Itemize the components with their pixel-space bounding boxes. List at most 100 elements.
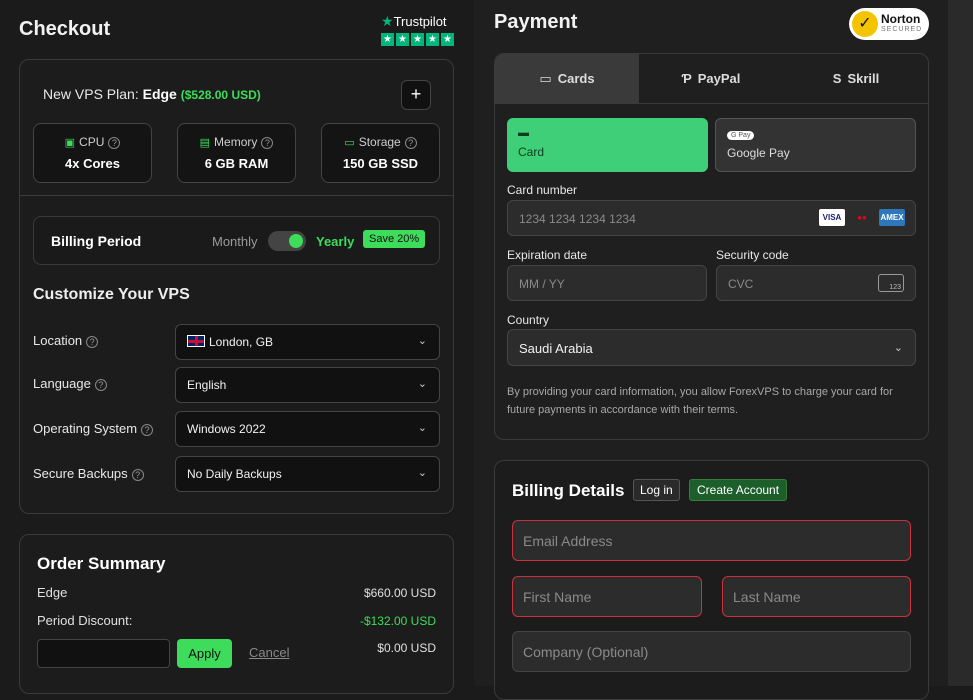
discount-label: Period Discount:	[37, 613, 133, 628]
expiration-label: Expiration date	[507, 248, 588, 262]
chevron-down-icon: ⌄	[893, 342, 903, 354]
paypal-icon: Ƥ	[681, 71, 692, 86]
star-icon: ★	[381, 33, 394, 46]
backups-select[interactable]: No Daily Backups ⌄	[175, 456, 440, 492]
cvc-card-icon: 123	[878, 274, 904, 292]
help-icon[interactable]: ?	[94, 379, 107, 391]
plan-name: Edge	[142, 86, 177, 102]
security-code-label: Security code	[716, 248, 789, 262]
card-number-label: Card number	[507, 183, 578, 197]
trustpilot-label: Trustpilot	[393, 14, 447, 29]
billing-period-title: Billing Period	[51, 233, 142, 249]
coupon-value: $0.00 USD	[377, 641, 436, 655]
tab-skrill[interactable]: S Skrill	[784, 54, 928, 104]
monthly-label[interactable]: Monthly	[212, 234, 258, 249]
plan-summary: New VPS Plan: Edge ($528.00 USD)	[43, 86, 261, 102]
chevron-down-icon: ⌄	[417, 422, 427, 434]
help-icon[interactable]: ?	[86, 336, 99, 348]
customize-title: Customize Your VPS	[33, 286, 190, 303]
save-badge: Save 20%	[363, 230, 426, 248]
order-line-value: $660.00 USD	[363, 586, 436, 600]
uk-flag-icon	[187, 335, 205, 347]
skrill-icon: S	[832, 71, 842, 86]
company-input[interactable]: Company (Optional)	[512, 631, 911, 672]
location-label: Location?	[33, 333, 99, 348]
storage-icon: ▭	[344, 137, 355, 149]
expiration-input[interactable]: MM / YY	[507, 265, 707, 301]
star-icon: ★	[396, 33, 409, 46]
method-google-pay[interactable]: G Pay Google Pay	[715, 118, 916, 172]
tab-cards[interactable]: ▭ Cards	[495, 54, 639, 104]
language-select[interactable]: English ⌄	[175, 367, 440, 403]
security-code-input[interactable]: CVC 123	[716, 265, 916, 301]
trustpilot-stars: ★ ★ ★ ★ ★	[381, 33, 454, 46]
payment-disclaimer: By providing your card information, you …	[507, 386, 893, 416]
cpu-icon: ▣	[64, 137, 76, 149]
billing-details: Billing Details Log in Create Account Em…	[494, 460, 929, 700]
country-label: Country	[507, 313, 550, 327]
toggle-knob	[289, 234, 303, 248]
spec-storage: ▭ Storage? 150 GB SSD	[321, 123, 440, 183]
spec-cpu-value: 4x Cores	[65, 156, 120, 171]
star-icon: ★	[441, 33, 454, 46]
checkout-title: Checkout	[19, 18, 111, 40]
help-icon[interactable]: ?	[141, 424, 154, 436]
chevron-down-icon: ⌄	[417, 467, 427, 479]
card-icon: ▭	[539, 71, 552, 86]
trustpilot-badge[interactable]: ★Trustpilot ★ ★ ★ ★ ★	[381, 13, 454, 47]
payment-title: Payment	[494, 11, 578, 33]
tab-paypal[interactable]: Ƥ PayPal	[639, 54, 783, 104]
method-card[interactable]: ▬ Card	[507, 118, 708, 172]
first-name-input[interactable]: First Name	[512, 576, 702, 617]
coupon-input[interactable]	[37, 639, 170, 668]
help-icon[interactable]: ?	[108, 137, 121, 149]
payment-tabs: ▭ Cards Ƥ PayPal S Skrill	[495, 54, 928, 104]
os-select[interactable]: Windows 2022 ⌄	[175, 411, 440, 447]
create-account-button[interactable]: Create Account	[689, 479, 788, 501]
backups-label: Secure Backups?	[33, 466, 144, 481]
billing-details-title: Billing Details	[512, 481, 625, 500]
chevron-down-icon: ⌄	[417, 378, 427, 390]
billing-period-toggle[interactable]	[268, 231, 306, 251]
norton-badge: ✓ Norton SECURED	[849, 8, 929, 40]
chevron-down-icon: ⌄	[417, 335, 427, 347]
help-icon[interactable]: ?	[404, 137, 417, 149]
mastercard-icon: ●●	[849, 209, 875, 226]
apply-button[interactable]: Apply	[177, 639, 232, 668]
card-number-input[interactable]: 1234 1234 1234 1234 VISA ●● AMEX	[507, 200, 916, 236]
location-select[interactable]: London, GB ⌄	[175, 324, 440, 360]
spec-cpu: ▣ CPU? 4x Cores	[33, 123, 152, 183]
spec-storage-value: 150 GB SSD	[342, 156, 419, 171]
payment-card: ▭ Cards Ƥ PayPal S Skrill ▬ Card G Pay Goog…	[494, 53, 929, 440]
spec-memory: ▤ Memory? 6 GB RAM	[177, 123, 296, 183]
card-icon: ▬	[518, 127, 529, 139]
google-pay-icon: G Pay	[727, 131, 755, 140]
discount-value: -$132.00 USD	[359, 614, 436, 628]
email-input[interactable]: Email Address	[512, 520, 911, 561]
checkout-panel: Checkout ★Trustpilot ★ ★ ★ ★ ★ New VPS Plan:…	[0, 0, 474, 694]
billing-period: Billing Period Monthly Yearly Save 20%	[33, 216, 440, 265]
check-icon: ✓	[852, 11, 878, 37]
help-icon[interactable]: ?	[261, 137, 274, 149]
plan-card: New VPS Plan: Edge ($528.00 USD) + ▣ CPU?…	[19, 59, 454, 514]
last-name-input[interactable]: Last Name	[722, 576, 911, 617]
login-button[interactable]: Log in	[633, 479, 680, 501]
language-label: Language?	[33, 376, 107, 391]
help-icon[interactable]: ?	[131, 469, 144, 481]
divider	[20, 195, 453, 196]
star-icon: ★	[411, 33, 424, 46]
order-summary-title: Order Summary	[37, 554, 166, 573]
amex-icon: AMEX	[879, 209, 905, 226]
cancel-link[interactable]: Cancel	[249, 645, 289, 660]
spec-memory-value: 6 GB RAM	[204, 156, 269, 171]
add-plan-button[interactable]: +	[401, 80, 431, 110]
country-select[interactable]: Saudi Arabia ⌄	[507, 329, 916, 366]
yearly-label[interactable]: Yearly	[316, 234, 354, 249]
norton-title: Norton	[881, 12, 921, 26]
star-icon: ★	[426, 33, 439, 46]
plan-price: ($528.00 USD)	[180, 88, 261, 102]
trustpilot-star-icon: ★	[381, 13, 394, 29]
scrollbar-gutter	[948, 0, 973, 686]
card-brands: VISA ●● AMEX	[819, 209, 905, 226]
memory-icon: ▤	[199, 137, 211, 149]
